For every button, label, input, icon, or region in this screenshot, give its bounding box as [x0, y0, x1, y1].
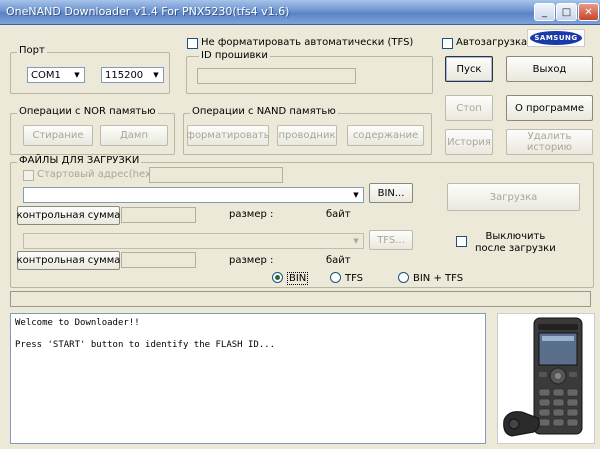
bin-checksum-button[interactable]: контрольная сумма — [17, 206, 120, 225]
bin-radio-label: BIN — [287, 272, 309, 285]
com-port-value: COM1 — [31, 70, 61, 81]
bin-browse-button[interactable]: BIN... — [369, 183, 413, 203]
autoload-checkbox[interactable] — [442, 38, 453, 49]
no-format-checkbox[interactable] — [187, 38, 198, 49]
dump-button[interactable]: Дамп — [100, 125, 168, 146]
format-button[interactable]: форматировать — [186, 125, 270, 146]
exit-button[interactable]: Выход — [506, 56, 593, 82]
shutdown-line1: Выключить — [485, 231, 546, 242]
shutdown-label: Выключить после загрузки — [475, 231, 556, 255]
shutdown-checkbox[interactable] — [456, 236, 467, 247]
nor-group-label: Операции с NOR памятью — [17, 106, 158, 117]
bin-checksum-field — [121, 207, 196, 223]
tfs-bytes-label: байт — [326, 255, 351, 266]
client-area: Порт COM1 ▼ 115200 ▼ Не форматировать ав… — [0, 25, 600, 449]
start-address-checkbox[interactable] — [23, 170, 34, 181]
erase-button[interactable]: Стирание — [23, 125, 93, 146]
progress-bar — [10, 291, 591, 307]
bin-tfs-radio[interactable] — [398, 272, 409, 283]
bin-tfs-radio-label: BIN + TFS — [413, 273, 464, 284]
start-button[interactable]: Пуск — [445, 56, 493, 82]
autoload-label: Автозагрузка — [456, 37, 528, 48]
about-button[interactable]: О программе — [506, 95, 593, 121]
port-group-label: Порт — [17, 45, 47, 56]
files-group-label: ФАЙЛЫ ДЛЯ ЗАГРУЗКИ — [17, 155, 142, 166]
firmware-id-label: ID прошивки — [199, 50, 270, 61]
close-button[interactable]: ✕ — [578, 3, 599, 21]
chevron-down-icon[interactable]: ▼ — [71, 69, 83, 81]
nand-group-label: Операции с NAND памятью — [190, 106, 338, 117]
start-address-label: Стартовый адрес(hex): — [37, 169, 159, 180]
app-window: OneNAND Downloader v1.4 For PNX5230(tfs4… — [0, 0, 600, 449]
bin-radio[interactable] — [272, 272, 283, 283]
log-line: Welcome to Downloader!! — [15, 318, 140, 328]
samsung-logo-mark: SAMSUNG — [530, 31, 582, 45]
download-button[interactable]: Загрузка — [447, 183, 580, 211]
chevron-down-icon[interactable]: ▼ — [350, 235, 362, 247]
samsung-logo: SAMSUNG — [527, 29, 585, 47]
phone-icon — [503, 317, 583, 437]
log-console[interactable]: Welcome to Downloader!! Press 'START' bu… — [10, 313, 486, 444]
delete-history-line1: Удалить — [527, 131, 572, 142]
bin-file-select[interactable]: ▼ — [23, 187, 364, 203]
com-port-select[interactable]: COM1 ▼ — [27, 67, 85, 83]
maximize-button[interactable]: □ — [556, 3, 577, 21]
no-format-label: Не форматировать автоматически (TFS) — [201, 37, 414, 48]
tfs-browse-button[interactable]: TFS... — [369, 230, 413, 250]
phone-image — [497, 313, 595, 444]
window-title: OneNAND Downloader v1.4 For PNX5230(tfs4… — [6, 5, 290, 18]
start-address-field[interactable] — [149, 167, 283, 183]
history-button[interactable]: История — [445, 129, 493, 155]
baud-rate-value: 115200 — [105, 70, 144, 81]
contents-button[interactable]: содержание — [347, 125, 424, 146]
firmware-id-field — [197, 68, 356, 84]
delete-history-button[interactable]: Удалить историю — [506, 129, 593, 155]
tfs-checksum-field — [121, 252, 196, 268]
chevron-down-icon[interactable]: ▼ — [150, 69, 162, 81]
tfs-size-label: размер : — [229, 255, 274, 266]
tfs-checksum-button[interactable]: контрольная сумма — [17, 251, 120, 270]
explorer-button[interactable]: проводник — [277, 125, 337, 146]
bin-size-label: размер : — [229, 209, 274, 220]
log-line: Press 'START' button to identify the FLA… — [15, 340, 276, 350]
bin-bytes-label: байт — [326, 209, 351, 220]
shutdown-line2: после загрузки — [475, 243, 556, 254]
title-bar[interactable]: OneNAND Downloader v1.4 For PNX5230(tfs4… — [0, 0, 600, 25]
minimize-button[interactable]: _ — [534, 3, 555, 21]
tfs-file-select[interactable]: ▼ — [23, 233, 364, 249]
delete-history-line2: историю — [526, 142, 573, 153]
tfs-radio[interactable] — [330, 272, 341, 283]
stop-button[interactable]: Стоп — [445, 95, 493, 121]
chevron-down-icon[interactable]: ▼ — [350, 189, 362, 201]
tfs-radio-label: TFS — [345, 273, 364, 284]
baud-rate-select[interactable]: 115200 ▼ — [101, 67, 164, 83]
